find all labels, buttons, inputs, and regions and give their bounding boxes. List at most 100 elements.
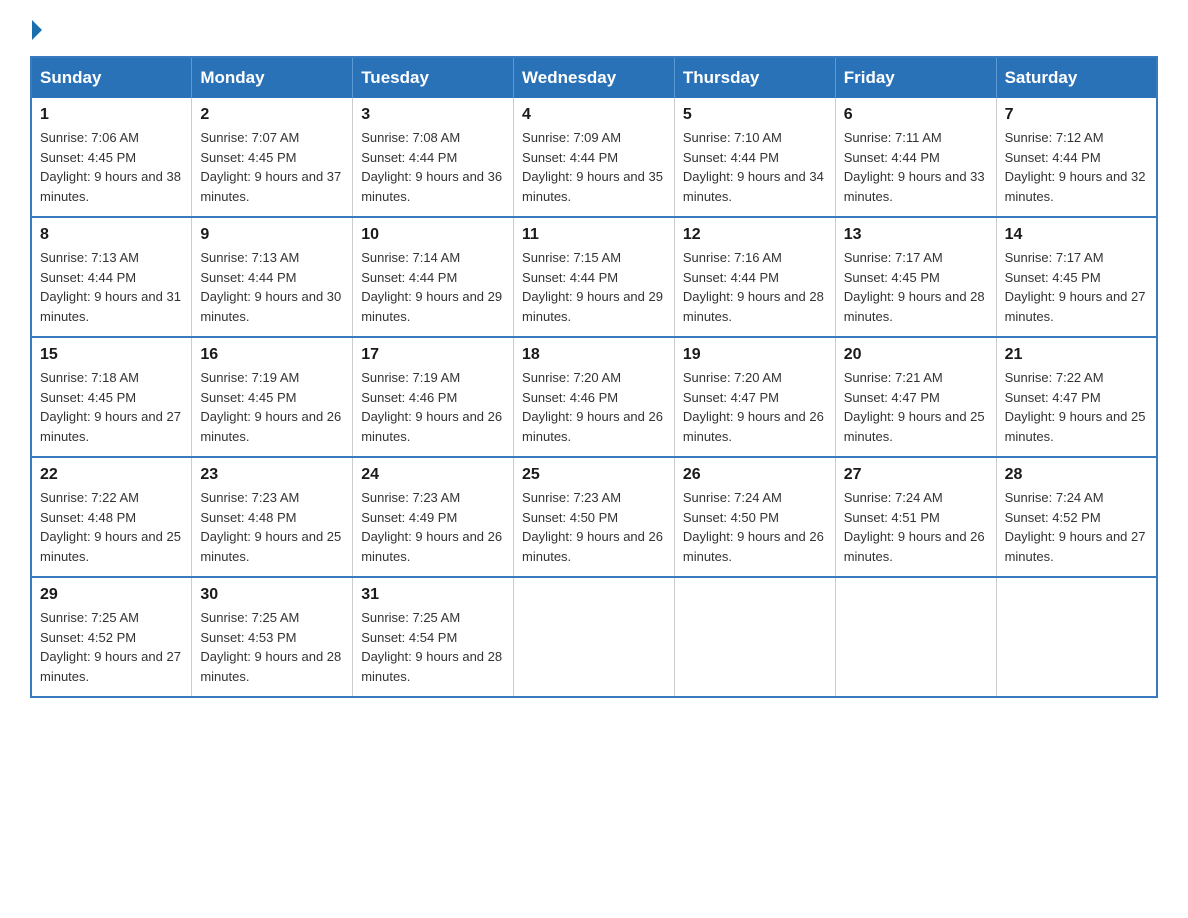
day-info: Sunrise: 7:18 AMSunset: 4:45 PMDaylight:… — [40, 368, 183, 446]
day-number: 29 — [40, 586, 183, 604]
day-info: Sunrise: 7:07 AMSunset: 4:45 PMDaylight:… — [200, 128, 344, 206]
day-number: 27 — [844, 466, 988, 484]
weekday-header-sunday: Sunday — [31, 57, 192, 98]
day-cell — [514, 577, 675, 697]
day-cell: 11 Sunrise: 7:15 AMSunset: 4:44 PMDaylig… — [514, 217, 675, 337]
day-number: 26 — [683, 466, 827, 484]
day-number: 17 — [361, 346, 505, 364]
day-info: Sunrise: 7:19 AMSunset: 4:46 PMDaylight:… — [361, 368, 505, 446]
day-number: 18 — [522, 346, 666, 364]
day-number: 3 — [361, 106, 505, 124]
weekday-header-row: SundayMondayTuesdayWednesdayThursdayFrid… — [31, 57, 1157, 98]
day-number: 15 — [40, 346, 183, 364]
day-info: Sunrise: 7:20 AMSunset: 4:46 PMDaylight:… — [522, 368, 666, 446]
day-number: 19 — [683, 346, 827, 364]
day-cell: 31 Sunrise: 7:25 AMSunset: 4:54 PMDaylig… — [353, 577, 514, 697]
day-info: Sunrise: 7:24 AMSunset: 4:52 PMDaylight:… — [1005, 488, 1148, 566]
day-cell: 4 Sunrise: 7:09 AMSunset: 4:44 PMDayligh… — [514, 98, 675, 217]
day-number: 22 — [40, 466, 183, 484]
day-cell: 25 Sunrise: 7:23 AMSunset: 4:50 PMDaylig… — [514, 457, 675, 577]
day-cell: 21 Sunrise: 7:22 AMSunset: 4:47 PMDaylig… — [996, 337, 1157, 457]
day-cell: 10 Sunrise: 7:14 AMSunset: 4:44 PMDaylig… — [353, 217, 514, 337]
day-number: 24 — [361, 466, 505, 484]
day-cell: 6 Sunrise: 7:11 AMSunset: 4:44 PMDayligh… — [835, 98, 996, 217]
day-info: Sunrise: 7:17 AMSunset: 4:45 PMDaylight:… — [1005, 248, 1148, 326]
day-cell: 19 Sunrise: 7:20 AMSunset: 4:47 PMDaylig… — [674, 337, 835, 457]
day-info: Sunrise: 7:10 AMSunset: 4:44 PMDaylight:… — [683, 128, 827, 206]
day-info: Sunrise: 7:23 AMSunset: 4:49 PMDaylight:… — [361, 488, 505, 566]
day-number: 7 — [1005, 106, 1148, 124]
day-cell: 12 Sunrise: 7:16 AMSunset: 4:44 PMDaylig… — [674, 217, 835, 337]
day-info: Sunrise: 7:23 AMSunset: 4:48 PMDaylight:… — [200, 488, 344, 566]
day-cell — [674, 577, 835, 697]
weekday-header-wednesday: Wednesday — [514, 57, 675, 98]
day-cell: 17 Sunrise: 7:19 AMSunset: 4:46 PMDaylig… — [353, 337, 514, 457]
day-info: Sunrise: 7:20 AMSunset: 4:47 PMDaylight:… — [683, 368, 827, 446]
day-info: Sunrise: 7:24 AMSunset: 4:50 PMDaylight:… — [683, 488, 827, 566]
day-cell: 23 Sunrise: 7:23 AMSunset: 4:48 PMDaylig… — [192, 457, 353, 577]
day-number: 31 — [361, 586, 505, 604]
day-cell: 27 Sunrise: 7:24 AMSunset: 4:51 PMDaylig… — [835, 457, 996, 577]
day-cell: 28 Sunrise: 7:24 AMSunset: 4:52 PMDaylig… — [996, 457, 1157, 577]
day-number: 12 — [683, 226, 827, 244]
day-info: Sunrise: 7:13 AMSunset: 4:44 PMDaylight:… — [40, 248, 183, 326]
weekday-header-tuesday: Tuesday — [353, 57, 514, 98]
day-cell: 1 Sunrise: 7:06 AMSunset: 4:45 PMDayligh… — [31, 98, 192, 217]
calendar-table: SundayMondayTuesdayWednesdayThursdayFrid… — [30, 56, 1158, 698]
day-cell: 9 Sunrise: 7:13 AMSunset: 4:44 PMDayligh… — [192, 217, 353, 337]
day-cell: 16 Sunrise: 7:19 AMSunset: 4:45 PMDaylig… — [192, 337, 353, 457]
day-cell: 30 Sunrise: 7:25 AMSunset: 4:53 PMDaylig… — [192, 577, 353, 697]
day-number: 13 — [844, 226, 988, 244]
day-number: 9 — [200, 226, 344, 244]
day-cell — [835, 577, 996, 697]
day-cell: 3 Sunrise: 7:08 AMSunset: 4:44 PMDayligh… — [353, 98, 514, 217]
logo-triangle-icon — [32, 20, 42, 40]
day-number: 21 — [1005, 346, 1148, 364]
day-cell — [996, 577, 1157, 697]
week-row-1: 1 Sunrise: 7:06 AMSunset: 4:45 PMDayligh… — [31, 98, 1157, 217]
day-number: 25 — [522, 466, 666, 484]
day-info: Sunrise: 7:24 AMSunset: 4:51 PMDaylight:… — [844, 488, 988, 566]
day-cell: 29 Sunrise: 7:25 AMSunset: 4:52 PMDaylig… — [31, 577, 192, 697]
day-number: 10 — [361, 226, 505, 244]
day-info: Sunrise: 7:22 AMSunset: 4:48 PMDaylight:… — [40, 488, 183, 566]
day-info: Sunrise: 7:25 AMSunset: 4:54 PMDaylight:… — [361, 608, 505, 686]
day-info: Sunrise: 7:11 AMSunset: 4:44 PMDaylight:… — [844, 128, 988, 206]
day-cell: 20 Sunrise: 7:21 AMSunset: 4:47 PMDaylig… — [835, 337, 996, 457]
weekday-header-friday: Friday — [835, 57, 996, 98]
day-info: Sunrise: 7:17 AMSunset: 4:45 PMDaylight:… — [844, 248, 988, 326]
day-info: Sunrise: 7:12 AMSunset: 4:44 PMDaylight:… — [1005, 128, 1148, 206]
day-info: Sunrise: 7:25 AMSunset: 4:53 PMDaylight:… — [200, 608, 344, 686]
day-info: Sunrise: 7:15 AMSunset: 4:44 PMDaylight:… — [522, 248, 666, 326]
weekday-header-monday: Monday — [192, 57, 353, 98]
day-number: 23 — [200, 466, 344, 484]
day-info: Sunrise: 7:22 AMSunset: 4:47 PMDaylight:… — [1005, 368, 1148, 446]
weekday-header-saturday: Saturday — [996, 57, 1157, 98]
day-cell: 2 Sunrise: 7:07 AMSunset: 4:45 PMDayligh… — [192, 98, 353, 217]
day-cell: 13 Sunrise: 7:17 AMSunset: 4:45 PMDaylig… — [835, 217, 996, 337]
day-info: Sunrise: 7:08 AMSunset: 4:44 PMDaylight:… — [361, 128, 505, 206]
day-cell: 5 Sunrise: 7:10 AMSunset: 4:44 PMDayligh… — [674, 98, 835, 217]
day-number: 5 — [683, 106, 827, 124]
day-info: Sunrise: 7:06 AMSunset: 4:45 PMDaylight:… — [40, 128, 183, 206]
week-row-3: 15 Sunrise: 7:18 AMSunset: 4:45 PMDaylig… — [31, 337, 1157, 457]
logo — [30, 20, 42, 38]
day-info: Sunrise: 7:14 AMSunset: 4:44 PMDaylight:… — [361, 248, 505, 326]
day-info: Sunrise: 7:16 AMSunset: 4:44 PMDaylight:… — [683, 248, 827, 326]
day-info: Sunrise: 7:13 AMSunset: 4:44 PMDaylight:… — [200, 248, 344, 326]
day-cell: 8 Sunrise: 7:13 AMSunset: 4:44 PMDayligh… — [31, 217, 192, 337]
day-number: 6 — [844, 106, 988, 124]
day-cell: 7 Sunrise: 7:12 AMSunset: 4:44 PMDayligh… — [996, 98, 1157, 217]
weekday-header-thursday: Thursday — [674, 57, 835, 98]
week-row-4: 22 Sunrise: 7:22 AMSunset: 4:48 PMDaylig… — [31, 457, 1157, 577]
day-cell: 22 Sunrise: 7:22 AMSunset: 4:48 PMDaylig… — [31, 457, 192, 577]
week-row-5: 29 Sunrise: 7:25 AMSunset: 4:52 PMDaylig… — [31, 577, 1157, 697]
day-cell: 24 Sunrise: 7:23 AMSunset: 4:49 PMDaylig… — [353, 457, 514, 577]
week-row-2: 8 Sunrise: 7:13 AMSunset: 4:44 PMDayligh… — [31, 217, 1157, 337]
day-number: 8 — [40, 226, 183, 244]
day-cell: 15 Sunrise: 7:18 AMSunset: 4:45 PMDaylig… — [31, 337, 192, 457]
day-info: Sunrise: 7:23 AMSunset: 4:50 PMDaylight:… — [522, 488, 666, 566]
day-cell: 14 Sunrise: 7:17 AMSunset: 4:45 PMDaylig… — [996, 217, 1157, 337]
day-info: Sunrise: 7:25 AMSunset: 4:52 PMDaylight:… — [40, 608, 183, 686]
day-number: 1 — [40, 106, 183, 124]
